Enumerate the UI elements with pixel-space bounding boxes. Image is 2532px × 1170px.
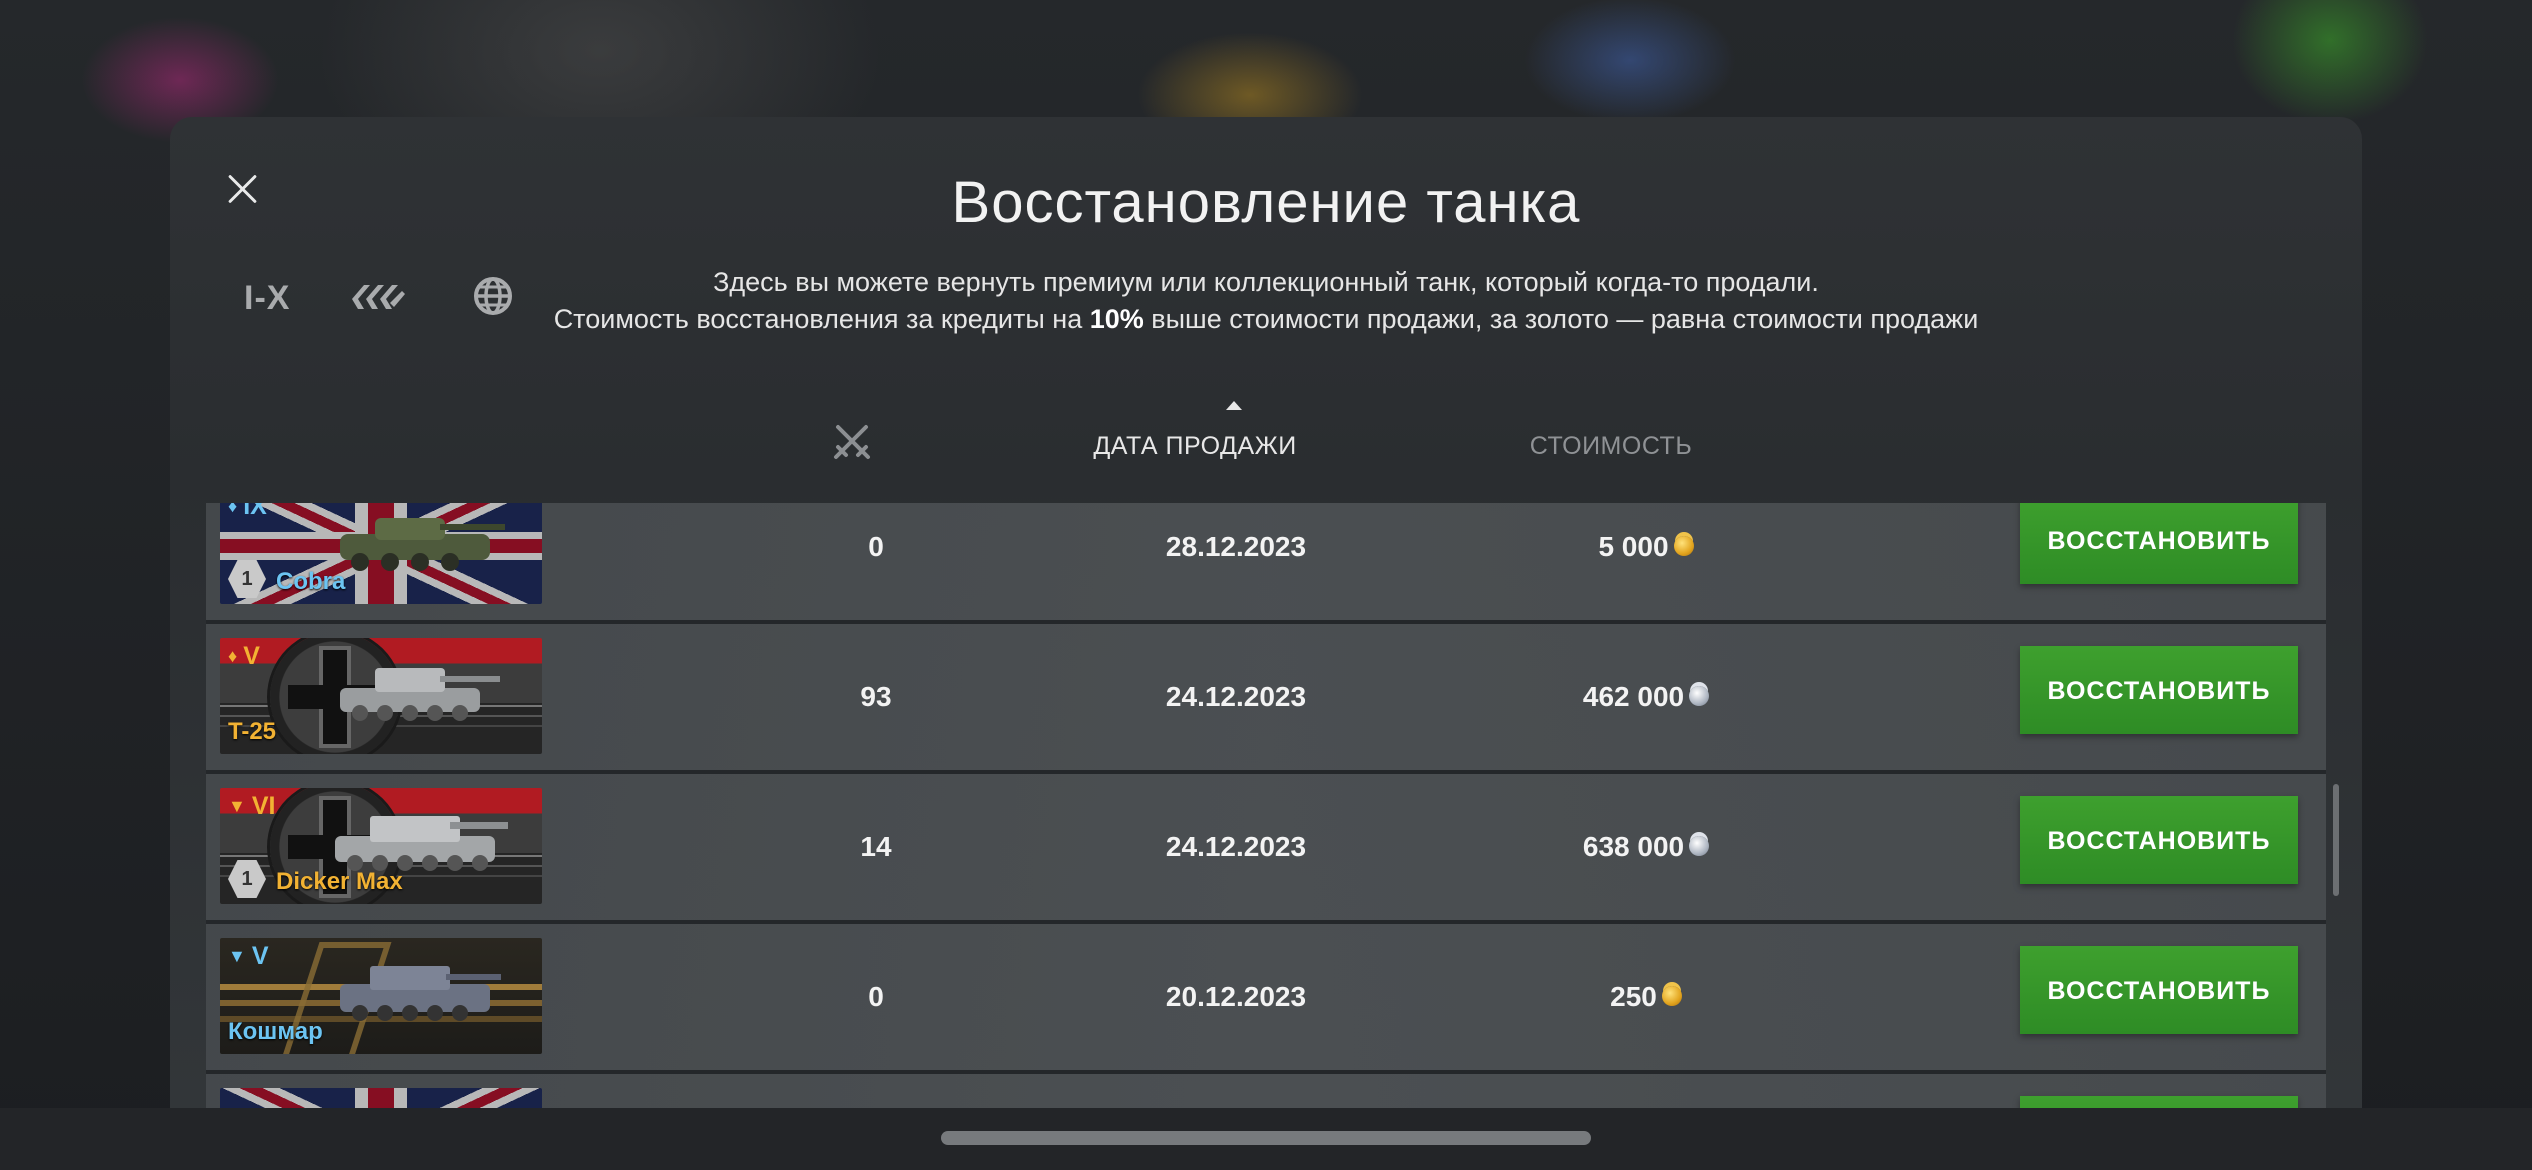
tank-tier: ♦ IX	[228, 503, 267, 521]
restore-cost: 462 000	[1536, 624, 1756, 770]
dialog-title: Восстановление танка	[951, 170, 1581, 235]
tank-tier: ▼ V	[228, 942, 269, 970]
premium-diamond-icon: ♦	[228, 646, 238, 666]
tank-image	[335, 816, 508, 871]
gold-coin-icon	[1661, 985, 1682, 1006]
tank-card	[220, 1088, 542, 1108]
cost-column-header[interactable]: СТОИМОСТЬ	[1461, 432, 1761, 461]
restore-button[interactable]	[2020, 1096, 2298, 1108]
list-item: ♦ V T-25 93 24.12.2023 462 000 ВОССТАНОВИ…	[206, 624, 2326, 774]
scrollbar-thumb[interactable]	[2333, 784, 2339, 896]
sort-ascending-icon	[1226, 401, 1242, 410]
battles-count: 14	[860, 831, 892, 862]
globe-icon	[474, 277, 512, 315]
tank-name: Кошмар	[228, 1018, 323, 1045]
tank-name: T-25	[228, 718, 277, 745]
vehicle-type-filter[interactable]	[350, 277, 406, 322]
home-indicator[interactable]	[941, 1131, 1591, 1145]
list-item: ♦ IX 1 Cobra 0 28.12.2023 5 000 ВОССТАНОВ…	[206, 503, 2326, 624]
tank-card: ♦ IX 1 Cobra	[220, 503, 542, 604]
restore-button[interactable]: ВОССТАНОВИТЬ	[2020, 646, 2298, 734]
tank-destroyer-icon: ▼	[228, 946, 246, 966]
sold-tanks-list[interactable]: ♦ IX 1 Cobra 0 28.12.2023 5 000 ВОССТАНОВ…	[206, 503, 2326, 1108]
tank-destroyer-icon: ▼	[228, 796, 246, 816]
tank-image	[340, 966, 501, 1021]
list-item: ▼ V Кошмар 0 20.12.2023 250 ВОССТАНОВИТЬ	[206, 924, 2326, 1074]
crossed-swords-icon	[834, 425, 870, 459]
tank-name: Dicker Max	[276, 868, 403, 895]
tank-card: ♦ V T-25	[220, 638, 542, 754]
tank-card: ▼ V Кошмар	[220, 938, 542, 1054]
battles-count: 0	[868, 531, 884, 562]
sale-date: 28.12.2023	[1165, 531, 1307, 562]
restore-button[interactable]: ВОССТАНОВИТЬ	[2020, 946, 2298, 1034]
tank-image	[340, 668, 500, 721]
battles-count: 93	[860, 681, 892, 712]
sale-date: 20.12.2023	[1165, 981, 1307, 1012]
sale-date-column-header[interactable]: ДАТА ПРОДАЖИ	[995, 432, 1395, 461]
tank-card: ▼ VI 1 Dicker Max	[220, 788, 542, 904]
tank-tier: ▼ VI	[228, 792, 276, 820]
tank-name: Cobra	[276, 568, 346, 595]
credits-coin-icon	[1689, 835, 1710, 856]
tank-tier: ♦ V	[228, 642, 260, 670]
battles-count: 0	[868, 981, 884, 1012]
sale-date: 24.12.2023	[1165, 681, 1307, 712]
restore-button[interactable]: ВОССТАНОВИТЬ	[2020, 796, 2298, 884]
list-item: ▼ VI 1 Dicker Max 14 24.12.2023 638 000 В…	[206, 774, 2326, 924]
collectible-diamond-icon: ♦	[228, 503, 238, 516]
credits-coin-icon	[1689, 685, 1710, 706]
tank-image	[340, 518, 505, 571]
restore-button[interactable]: ВОССТАНОВИТЬ	[2020, 503, 2298, 584]
sale-date: 24.12.2023	[1165, 831, 1307, 862]
vehicle-type-icon	[352, 285, 405, 309]
tier-filter[interactable]: I-X	[244, 279, 290, 318]
uk-flag-background	[220, 1088, 542, 1108]
gold-coin-icon	[1673, 535, 1694, 556]
list-item	[206, 1074, 2326, 1108]
restore-cost: 5 000	[1536, 503, 1756, 620]
restore-cost: 638 000	[1536, 774, 1756, 920]
nation-filter[interactable]	[472, 275, 514, 322]
restore-cost: 250	[1536, 924, 1756, 1070]
battles-column-header[interactable]	[832, 421, 872, 466]
